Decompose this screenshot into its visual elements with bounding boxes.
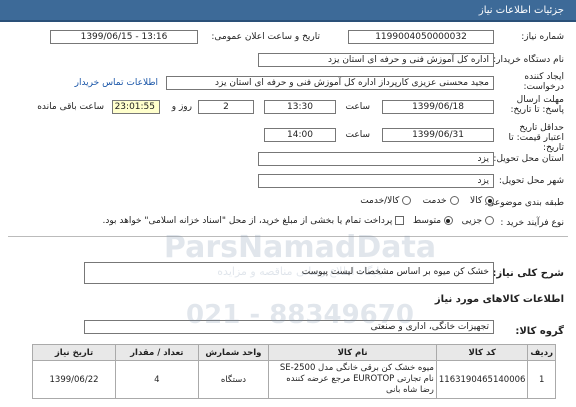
need-number-field: 1199004050000032	[348, 30, 494, 44]
purchase-type-label: نوع فرآیند خرید :	[500, 218, 564, 228]
creator-label: ایجاد کننده درخواست:	[523, 72, 564, 92]
validity-date-field: 1399/06/31	[382, 128, 494, 142]
remaining-time-field: 23:01:55	[112, 100, 160, 114]
cell-row: 1	[527, 360, 556, 399]
page-header: جزئیات اطلاعات نیاز	[0, 0, 576, 22]
goods-table-header: ردیف کد کالا نام کالا واحد شمارش تعداد /…	[31, 344, 556, 361]
province-label: استان محل تحویل:	[493, 154, 564, 164]
table-row: 1 1163190465140006 میوه خشک کن برقی خانگ…	[31, 360, 556, 399]
announce-field: 1399/06/15 - 13:16	[50, 30, 198, 44]
category-radio-group: کالا خدمت کالا/خدمت	[360, 196, 494, 206]
city-label: شهر محل تحویل:	[498, 176, 564, 186]
goods-group-label: گروه کالا:	[515, 326, 564, 337]
category-option-service: خدمت	[422, 196, 447, 206]
cell-unit: دستگاه	[197, 360, 270, 399]
cell-code: 1163190465140006	[435, 360, 529, 399]
col-date: تاریخ نیاز	[31, 344, 117, 361]
buyer-label: نام دستگاه خریدار:	[493, 55, 564, 65]
purchase-radio-minor[interactable]	[485, 216, 494, 225]
province-field: یزد	[258, 152, 494, 166]
remaining-label: ساعت باقی مانده	[37, 102, 104, 112]
treasury-payment-note: پرداخت تمام یا بخشی از مبلغ خرید، از محل…	[102, 216, 393, 226]
category-radio-both[interactable]	[402, 196, 412, 205]
deadline-label: مهلت ارسال پاسخ: تا تاریخ:	[510, 95, 564, 115]
goods-table-wrap: ردیف کد کالا نام کالا واحد شمارش تعداد /…	[31, 344, 556, 399]
deadline-date-field: 1399/06/18	[382, 100, 494, 114]
cell-name: میوه خشک کن برقی خانگی مدل SE-2500 نام ت…	[268, 360, 437, 399]
purchase-type-radio-group: جزیی متوسط پرداخت تمام یا بخشی از مبلغ خ…	[102, 216, 494, 226]
cell-date: 1399/06/22	[31, 360, 117, 399]
category-option-goods: کالا	[469, 196, 483, 206]
col-code: کد کالا	[435, 344, 529, 361]
deadline-time-label: ساعت	[345, 102, 371, 112]
deadline-days-field: 2	[198, 100, 254, 114]
need-number-label: شماره نیاز:	[521, 32, 564, 42]
col-qty: تعداد / مقدار	[115, 344, 199, 361]
col-name: نام کالا	[268, 344, 437, 361]
buyer-contact-link[interactable]: اطلاعات تماس خریدار	[75, 78, 158, 88]
category-label: طبقه بندی موضوعی:	[484, 198, 564, 208]
city-field: یزد	[258, 174, 494, 188]
deadline-time-field: 13:30	[264, 100, 336, 114]
summary-label: شرح کلی نیاز:	[492, 268, 564, 279]
buyer-field: اداره کل آموزش فنی و حرفه ای استان یزد	[258, 53, 494, 67]
validity-label: حداقل تاریخ اعتبار قیمت: تا تاریخ:	[508, 123, 564, 153]
validity-time-field: 14:00	[264, 128, 336, 142]
announce-label: تاریخ و ساعت اعلان عمومی:	[211, 32, 320, 42]
divider	[8, 236, 568, 237]
goods-table: ردیف کد کالا نام کالا واحد شمارش تعداد /…	[31, 344, 556, 399]
summary-field: خشک کن میوه بر اساس مشخصات لیست پیوست	[84, 262, 494, 284]
deadline-days-label: روز و	[171, 102, 192, 112]
col-unit: واحد شمارش	[197, 344, 270, 361]
goods-section-title: اطلاعات کالاهای مورد نیاز	[434, 294, 564, 305]
category-radio-service[interactable]	[449, 196, 459, 205]
col-row: ردیف	[527, 344, 556, 361]
validity-time-label: ساعت	[345, 130, 371, 140]
purchase-radio-medium[interactable]	[443, 216, 453, 225]
cell-qty: 4	[115, 360, 199, 399]
purchase-option-minor: جزیی	[461, 216, 483, 226]
page-title: جزئیات اطلاعات نیاز	[478, 5, 564, 16]
category-option-both: کالا/خدمت	[360, 196, 400, 206]
creator-field: مجید محسنی عزیزی کارپرداز اداره کل آموزش…	[166, 76, 494, 90]
category-radio-goods[interactable]	[485, 196, 494, 205]
treasury-payment-checkbox[interactable]	[395, 216, 405, 225]
goods-group-field: تجهیزات خانگی، اداری و صنعتی	[84, 320, 494, 334]
purchase-option-medium: متوسط	[412, 216, 442, 226]
